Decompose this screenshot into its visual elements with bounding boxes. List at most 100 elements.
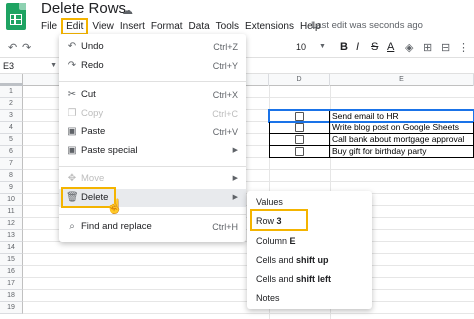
menu-item-copy[interactable]: ❐ Copy Ctrl+C: [59, 105, 246, 123]
row-header[interactable]: 6: [0, 146, 23, 158]
row-header[interactable]: 15: [0, 254, 23, 266]
document-title[interactable]: Delete Rows: [41, 0, 126, 17]
menu-item-paste[interactable]: ▣ Paste Ctrl+V: [59, 123, 246, 141]
menu-item-move[interactable]: ✥ Move ▶: [59, 170, 246, 188]
row-header[interactable]: 4: [0, 122, 23, 134]
redo-toolbar-icon[interactable]: ↷: [22, 41, 31, 54]
row-header[interactable]: 11: [0, 206, 23, 218]
menu-item-paste-special[interactable]: ▣ Paste special ▶: [59, 142, 246, 160]
fill-color-icon[interactable]: ◈: [405, 41, 413, 54]
delete-submenu: Values Row 3 Column E Cells and shift up…: [247, 191, 372, 309]
menu-item-redo[interactable]: ↷ Redo Ctrl+Y: [59, 57, 246, 75]
row-header[interactable]: 14: [0, 242, 23, 254]
font-size-chevron-down-icon[interactable]: ▼: [319, 43, 326, 50]
task-text[interactable]: Send email to HR: [332, 111, 399, 122]
checkbox[interactable]: [295, 135, 304, 144]
row-header[interactable]: 3: [0, 110, 23, 122]
submenu-item-value: shift up: [296, 255, 329, 265]
row-header[interactable]: 1: [0, 86, 23, 98]
copy-icon: ❐: [67, 108, 77, 119]
checkbox[interactable]: [295, 147, 304, 156]
column-header-e[interactable]: E: [330, 74, 474, 86]
task-text[interactable]: Call bank about mortgage approval: [332, 134, 464, 145]
menu-tools[interactable]: Tools: [213, 21, 242, 32]
redo-icon: ↷: [67, 60, 77, 71]
submenu-item-value: shift left: [296, 274, 332, 284]
hand-cursor-icon: ☝: [106, 198, 124, 214]
menu-edit[interactable]: Edit: [61, 17, 89, 35]
submenu-arrow-icon: ▶: [232, 194, 238, 201]
select-all-corner[interactable]: [0, 74, 23, 86]
menu-item-shortcut: Ctrl+Z: [213, 42, 238, 52]
checkbox[interactable]: [295, 112, 304, 121]
submenu-arrow-icon: ▶: [232, 175, 238, 182]
menu-bar: File Edit View Insert Format Data Tools …: [38, 17, 324, 35]
more-options-icon[interactable]: ⋮: [458, 41, 469, 54]
row-header[interactable]: 10: [0, 194, 23, 206]
row-header[interactable]: 16: [0, 266, 23, 278]
submenu-item-notes[interactable]: Notes: [247, 288, 372, 308]
menu-format[interactable]: Format: [148, 21, 186, 32]
italic-icon[interactable]: I: [356, 41, 359, 53]
menu-file[interactable]: File: [38, 21, 60, 32]
borders-icon[interactable]: ⊞: [423, 41, 432, 54]
move-icon: ✥: [67, 173, 77, 184]
menu-item-find-replace[interactable]: ⌕ Find and replace Ctrl+H: [59, 218, 246, 236]
clipboard-icon: ▣: [67, 145, 77, 156]
submenu-item-label: Column: [256, 236, 288, 246]
column-header-d[interactable]: D: [269, 74, 330, 86]
submenu-item-column[interactable]: Column E: [247, 231, 372, 251]
checkbox-cell: [270, 111, 330, 122]
sheets-logo-icon[interactable]: [6, 3, 26, 30]
row-header[interactable]: 17: [0, 278, 23, 290]
font-size-value[interactable]: 10: [296, 42, 306, 52]
bold-icon[interactable]: B: [340, 41, 348, 53]
menu-item-label: Cut: [81, 89, 96, 100]
menu-item-cut[interactable]: ✂ Cut Ctrl+X: [59, 86, 246, 104]
name-box-chevron-down-icon[interactable]: ▼: [50, 62, 57, 69]
menu-insert[interactable]: Insert: [117, 21, 148, 32]
menu-item-shortcut: Ctrl+X: [212, 90, 238, 100]
row-header[interactable]: 9: [0, 182, 23, 194]
clipboard-icon: ▣: [67, 126, 77, 137]
row-header[interactable]: 8: [0, 170, 23, 182]
row-header[interactable]: 19: [0, 302, 23, 314]
menu-extensions[interactable]: Extensions: [242, 21, 297, 32]
checklist-row[interactable]: Send email to HR: [268, 109, 474, 123]
cloud-saved-icon: ☁: [122, 5, 133, 17]
menu-item-shortcut: Ctrl+C: [212, 109, 238, 119]
row-header[interactable]: 2: [0, 98, 23, 110]
menu-view[interactable]: View: [89, 21, 117, 32]
text-color-icon[interactable]: A: [387, 41, 394, 53]
menu-data[interactable]: Data: [186, 21, 213, 32]
menu-item-label: Move: [81, 173, 105, 184]
row-header[interactable]: 7: [0, 158, 23, 170]
row-highlight-box: [250, 209, 308, 231]
submenu-item-label: Cells and: [256, 255, 294, 265]
checklist-row[interactable]: Call bank about mortgage approval: [269, 134, 474, 146]
row-header[interactable]: 5: [0, 134, 23, 146]
menu-item-label: Paste special: [81, 145, 138, 156]
task-text[interactable]: Buy gift for birthday party: [332, 146, 427, 157]
checkbox-cell: [270, 134, 330, 145]
submenu-item-shift-up[interactable]: Cells and shift up: [247, 250, 372, 270]
checklist-row[interactable]: Write blog post on Google Sheets: [269, 122, 474, 134]
strikethrough-icon[interactable]: S: [371, 41, 378, 53]
menu-item-undo[interactable]: ↶ Undo Ctrl+Z: [59, 38, 246, 56]
row-header[interactable]: 12: [0, 218, 23, 230]
row-header[interactable]: 13: [0, 230, 23, 242]
task-text[interactable]: Write blog post on Google Sheets: [332, 122, 459, 133]
submenu-item-shift-left[interactable]: Cells and shift left: [247, 269, 372, 289]
row-header[interactable]: 18: [0, 290, 23, 302]
merge-cells-icon[interactable]: ⊟: [441, 41, 450, 54]
name-box[interactable]: E3 ▼: [0, 59, 62, 74]
menu-item-label: Undo: [81, 41, 104, 52]
submenu-arrow-icon: ▶: [232, 147, 238, 154]
checkbox-cell: [270, 146, 330, 157]
menu-item-shortcut: Ctrl+Y: [212, 61, 238, 71]
undo-icon: ↶: [67, 41, 77, 52]
undo-toolbar-icon[interactable]: ↶: [8, 41, 17, 54]
last-edit-status[interactable]: Last edit was seconds ago: [311, 20, 423, 31]
checklist-row[interactable]: Buy gift for birthday party: [269, 146, 474, 158]
checkbox[interactable]: [295, 123, 304, 132]
